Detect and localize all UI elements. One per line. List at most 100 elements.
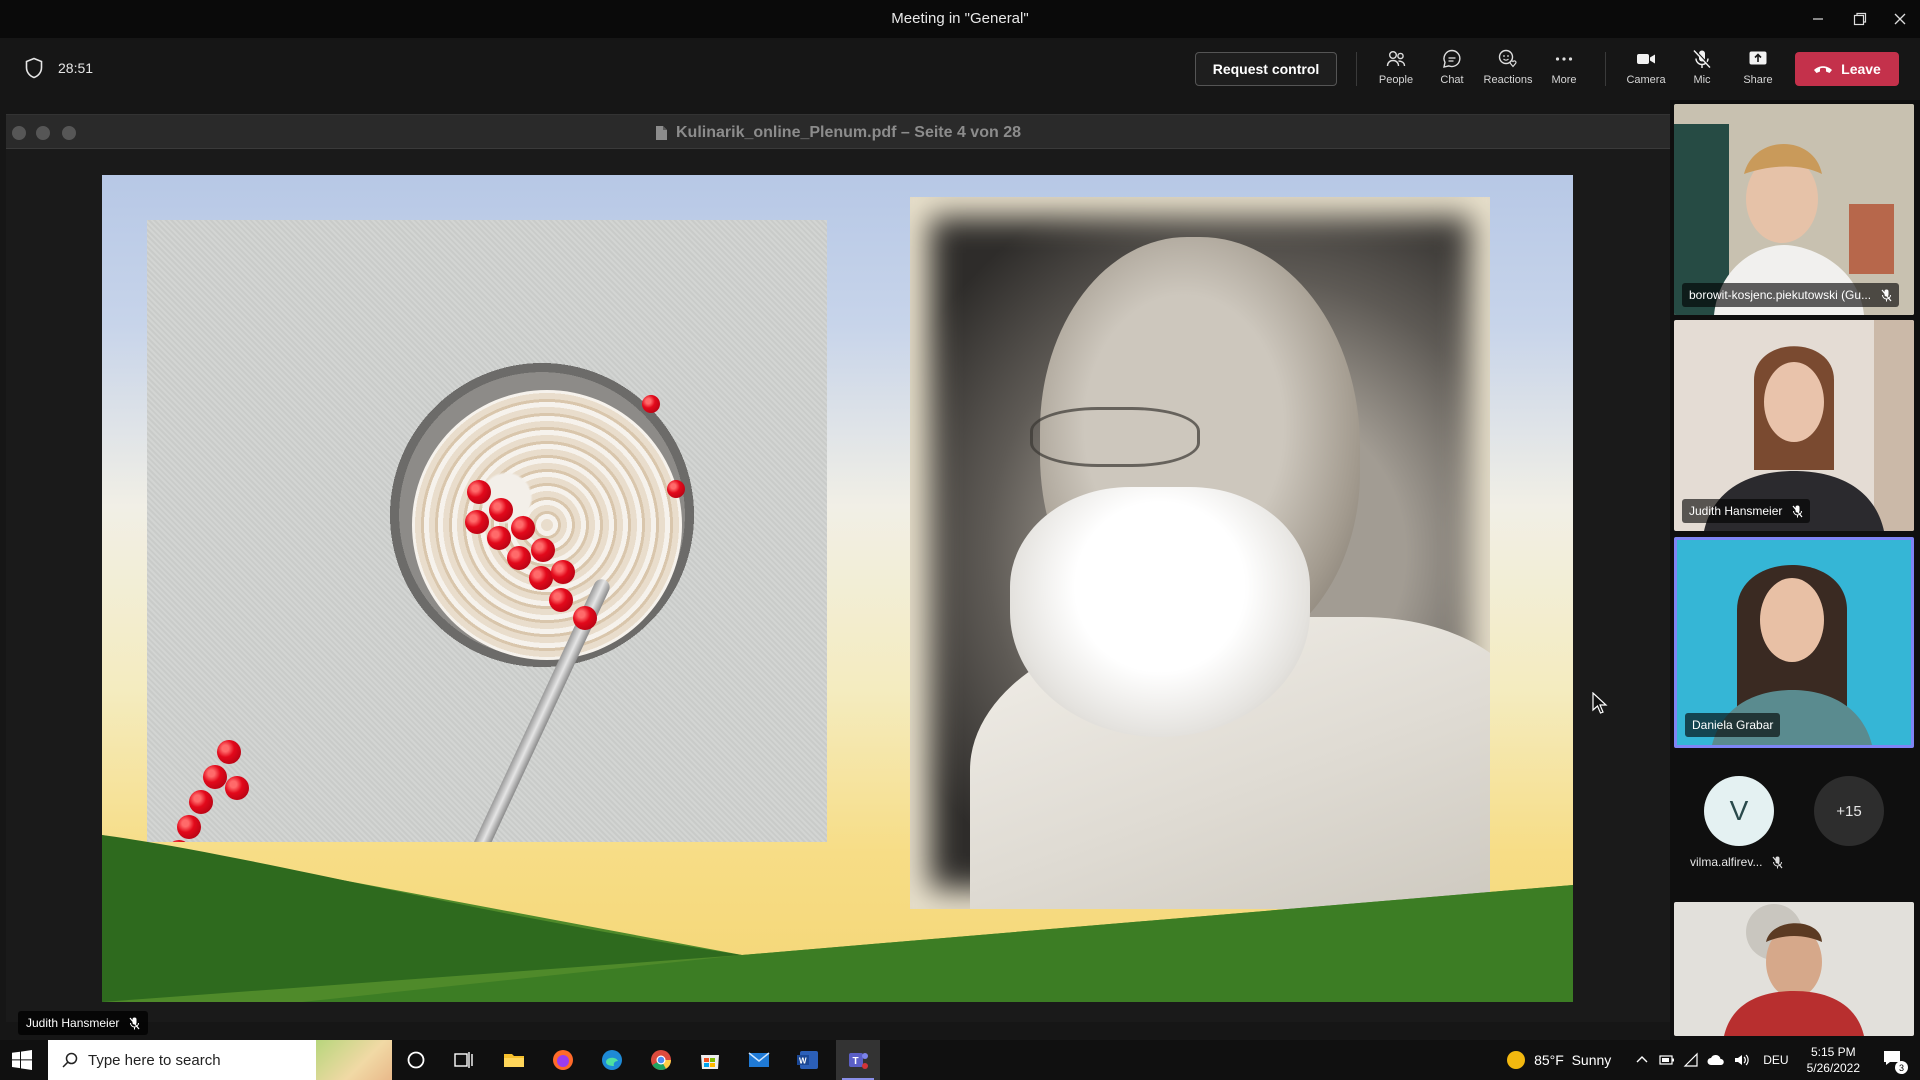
mouse-cursor-icon bbox=[1592, 692, 1608, 714]
weather-sun-icon bbox=[1507, 1051, 1526, 1069]
minimize-icon bbox=[1813, 18, 1823, 20]
toolbar-divider bbox=[1605, 52, 1606, 86]
mic-muted-icon bbox=[129, 1017, 140, 1029]
teams-taskbar-button[interactable]: T bbox=[836, 1040, 880, 1080]
mail-icon[interactable] bbox=[747, 1048, 771, 1072]
window-title: Meeting in "General" bbox=[891, 10, 1029, 27]
mic-label: Mic bbox=[1693, 74, 1711, 86]
battery-icon[interactable] bbox=[1659, 1052, 1675, 1068]
participant-name: borowit-kosjenc.piekutowski (Gu... bbox=[1689, 288, 1872, 302]
search-icon bbox=[62, 1052, 78, 1068]
share-button[interactable]: Share bbox=[1731, 48, 1785, 92]
close-icon bbox=[1894, 13, 1906, 25]
more-participants-count: +15 bbox=[1836, 802, 1862, 820]
network-icon[interactable] bbox=[1683, 1052, 1699, 1068]
share-icon bbox=[1749, 51, 1767, 65]
people-label: People bbox=[1378, 74, 1414, 86]
search-highlight-image bbox=[316, 1040, 392, 1080]
participant-name: Daniela Grabar bbox=[1692, 718, 1774, 732]
chat-label: Chat bbox=[1440, 74, 1464, 86]
green-hills-graphic bbox=[102, 835, 1573, 1002]
participant-name-tag: Judith Hansmeier bbox=[1682, 499, 1811, 523]
word-icon[interactable]: W bbox=[796, 1048, 820, 1072]
people-icon bbox=[1386, 51, 1406, 67]
participant-name-tag: Daniela Grabar bbox=[1685, 713, 1781, 737]
reactions-button[interactable]: Reactions bbox=[1481, 48, 1535, 92]
volume-icon[interactable] bbox=[1733, 1052, 1751, 1068]
participant-video-tile-active-speaker[interactable]: Daniela Grabar bbox=[1674, 537, 1914, 748]
more-participants-button[interactable]: +15 bbox=[1814, 776, 1884, 846]
meeting-timer: 28:51 bbox=[24, 57, 93, 79]
more-dots-icon bbox=[1555, 57, 1573, 61]
presenter-name-tag: Judith Hansmeier bbox=[18, 1011, 149, 1035]
start-button[interactable] bbox=[12, 1050, 32, 1075]
camera-icon bbox=[1637, 54, 1655, 64]
more-button[interactable]: More bbox=[1537, 48, 1591, 92]
shared-window-titlebar: Kulinarik_online_Plenum.pdf – Seite 4 vo… bbox=[6, 115, 1670, 149]
svg-text:W: W bbox=[799, 1057, 807, 1066]
participant-video-tile[interactable]: borowit-kosjenc.piekutowski (Gu... bbox=[1674, 104, 1914, 315]
mic-muted-icon bbox=[1773, 856, 1783, 868]
participant-video-tile[interactable]: Judith Hansmeier bbox=[1674, 320, 1914, 531]
leave-label: Leave bbox=[1841, 61, 1881, 77]
clock-date: 5/26/2022 bbox=[1806, 1061, 1860, 1075]
system-tray: 85°F Sunny DEU 5:15 PM 5/26/2022 3 bbox=[1506, 1040, 1920, 1080]
chrome-icon[interactable] bbox=[649, 1048, 673, 1072]
meeting-toolbar: 28:51 Request control People Chat Reacti… bbox=[0, 38, 1920, 100]
weather-text[interactable]: 85°F Sunny bbox=[1534, 1052, 1611, 1068]
notification-center-button[interactable]: 3 bbox=[1882, 1048, 1908, 1074]
mic-muted-icon bbox=[1792, 505, 1803, 517]
participant-initial: V bbox=[1729, 795, 1749, 826]
elapsed-time: 28:51 bbox=[58, 60, 94, 76]
more-label: More bbox=[1551, 74, 1577, 86]
hang-up-icon bbox=[1814, 66, 1833, 73]
request-control-button[interactable]: Request control bbox=[1195, 52, 1337, 86]
chat-button[interactable]: Chat bbox=[1425, 48, 1479, 92]
shared-document-name: Kulinarik_online_Plenum.pdf – Seite 4 vo… bbox=[676, 124, 1021, 141]
task-view-icon[interactable] bbox=[452, 1048, 476, 1072]
microsoft-store-icon[interactable] bbox=[698, 1048, 722, 1072]
window-titlebar: Meeting in "General" bbox=[0, 0, 1920, 38]
presenter-name: Judith Hansmeier bbox=[26, 1016, 120, 1030]
camera-label: Camera bbox=[1626, 74, 1666, 86]
minimize-button[interactable] bbox=[1798, 6, 1838, 32]
shield-icon bbox=[25, 57, 43, 79]
svg-text:T: T bbox=[853, 1056, 859, 1067]
reactions-icon bbox=[1498, 49, 1517, 68]
people-button[interactable]: People bbox=[1369, 48, 1423, 92]
leave-button[interactable]: Leave bbox=[1795, 52, 1899, 86]
notification-count: 3 bbox=[1895, 1061, 1908, 1074]
toolbar-divider bbox=[1356, 52, 1357, 86]
edge-icon[interactable] bbox=[600, 1048, 624, 1072]
chevron-up-icon[interactable] bbox=[1635, 1053, 1649, 1067]
restore-button[interactable] bbox=[1840, 6, 1880, 32]
camera-button[interactable]: Camera bbox=[1619, 48, 1673, 92]
teams-icon: T bbox=[849, 1053, 868, 1069]
chat-icon bbox=[1443, 49, 1461, 68]
document-icon bbox=[656, 126, 667, 140]
presentation-slide bbox=[102, 175, 1573, 1002]
participant-name: vilma.alfirev... bbox=[1690, 855, 1763, 869]
participant-name-label: vilma.alfirev... bbox=[1690, 855, 1800, 869]
taskbar-search-box[interactable]: Type here to search bbox=[48, 1040, 392, 1080]
mic-off-icon bbox=[1693, 49, 1712, 69]
windows-taskbar: Type here to search W T 85°F Sunny DEU 5… bbox=[0, 1040, 1920, 1080]
cortana-icon[interactable] bbox=[404, 1048, 428, 1072]
participant-video-tile[interactable] bbox=[1674, 902, 1914, 1036]
shared-screen-area: Kulinarik_online_Plenum.pdf – Seite 4 vo… bbox=[0, 100, 1670, 1040]
clock[interactable]: 5:15 PM 5/26/2022 bbox=[1807, 1044, 1860, 1076]
mic-muted-icon bbox=[1881, 289, 1892, 301]
mic-button[interactable]: Mic bbox=[1675, 48, 1729, 92]
onedrive-icon[interactable] bbox=[1707, 1052, 1725, 1068]
participant-avatar[interactable]: V bbox=[1704, 776, 1774, 846]
clock-time: 5:15 PM bbox=[1810, 1045, 1856, 1059]
reactions-label: Reactions bbox=[1483, 74, 1533, 86]
close-button[interactable] bbox=[1880, 6, 1920, 32]
file-explorer-icon[interactable] bbox=[502, 1048, 526, 1072]
windows-logo-icon bbox=[12, 1050, 32, 1070]
firefox-icon[interactable] bbox=[551, 1048, 575, 1072]
language-indicator[interactable]: DEU bbox=[1763, 1053, 1788, 1067]
shared-pdf-window: Kulinarik_online_Plenum.pdf – Seite 4 vo… bbox=[6, 114, 1670, 1035]
participant-name: Judith Hansmeier bbox=[1689, 504, 1783, 518]
restore-icon bbox=[1853, 12, 1867, 26]
